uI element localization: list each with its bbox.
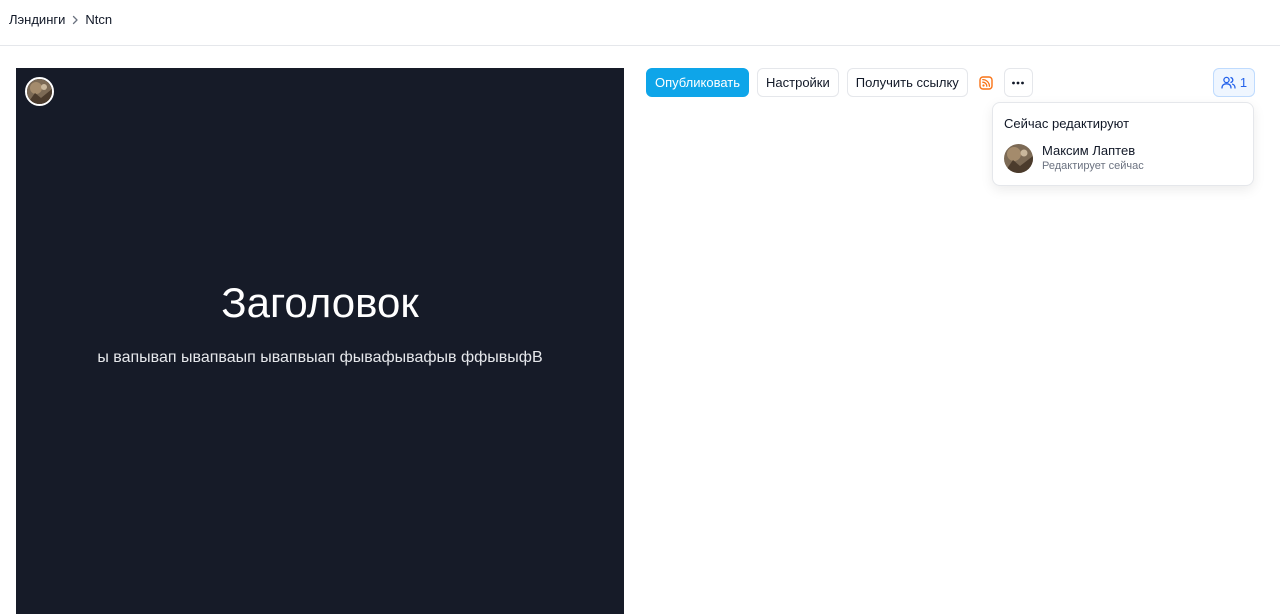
editors-popover: Сейчас редактируют Максим Лаптев Редакти…	[992, 102, 1254, 186]
more-horizontal-icon[interactable]	[1003, 68, 1033, 97]
editor-status: Редактирует сейчас	[1042, 160, 1144, 172]
list-item: Максим Лаптев Редактирует сейчас	[1004, 143, 1144, 173]
editor-name: Максим Лаптев	[1042, 143, 1136, 158]
users-icon	[1221, 76, 1236, 89]
settings-button[interactable]: Настройки	[757, 68, 839, 97]
popover-title: Сейчас редактируют	[1004, 116, 1130, 131]
avatar	[1004, 143, 1033, 173]
landing-preview[interactable]: Заголовок ы вапывап ывапваып ывапвыап фы…	[16, 68, 624, 614]
avatar	[25, 77, 54, 106]
breadcrumb-item-current[interactable]: Ntcn	[85, 12, 112, 27]
get-link-button[interactable]: Получить ссылку	[846, 68, 968, 97]
collaborators-button[interactable]: 1	[1213, 68, 1255, 97]
publish-button[interactable]: Опубликовать	[646, 68, 750, 97]
chevron-right-icon	[66, 13, 84, 27]
rss-icon[interactable]	[976, 68, 996, 97]
breadcrumb-item-landings[interactable]: Лэндинги	[9, 12, 65, 27]
preview-heading: Заголовок	[221, 279, 419, 326]
breadcrumb: Лэндинги Ntcn	[9, 12, 112, 27]
collaborators-count: 1	[1239, 75, 1248, 90]
preview-subtitle: ы вапывап ывапваып ывапвыап фывафывафыв …	[97, 349, 543, 366]
top-bar: Лэндинги Ntcn	[0, 0, 1280, 46]
editor-info: Максим Лаптев Редактирует сейчас	[1042, 143, 1144, 173]
editor-toolbar: Опубликовать Настройки Получить ссылку	[646, 68, 1033, 97]
